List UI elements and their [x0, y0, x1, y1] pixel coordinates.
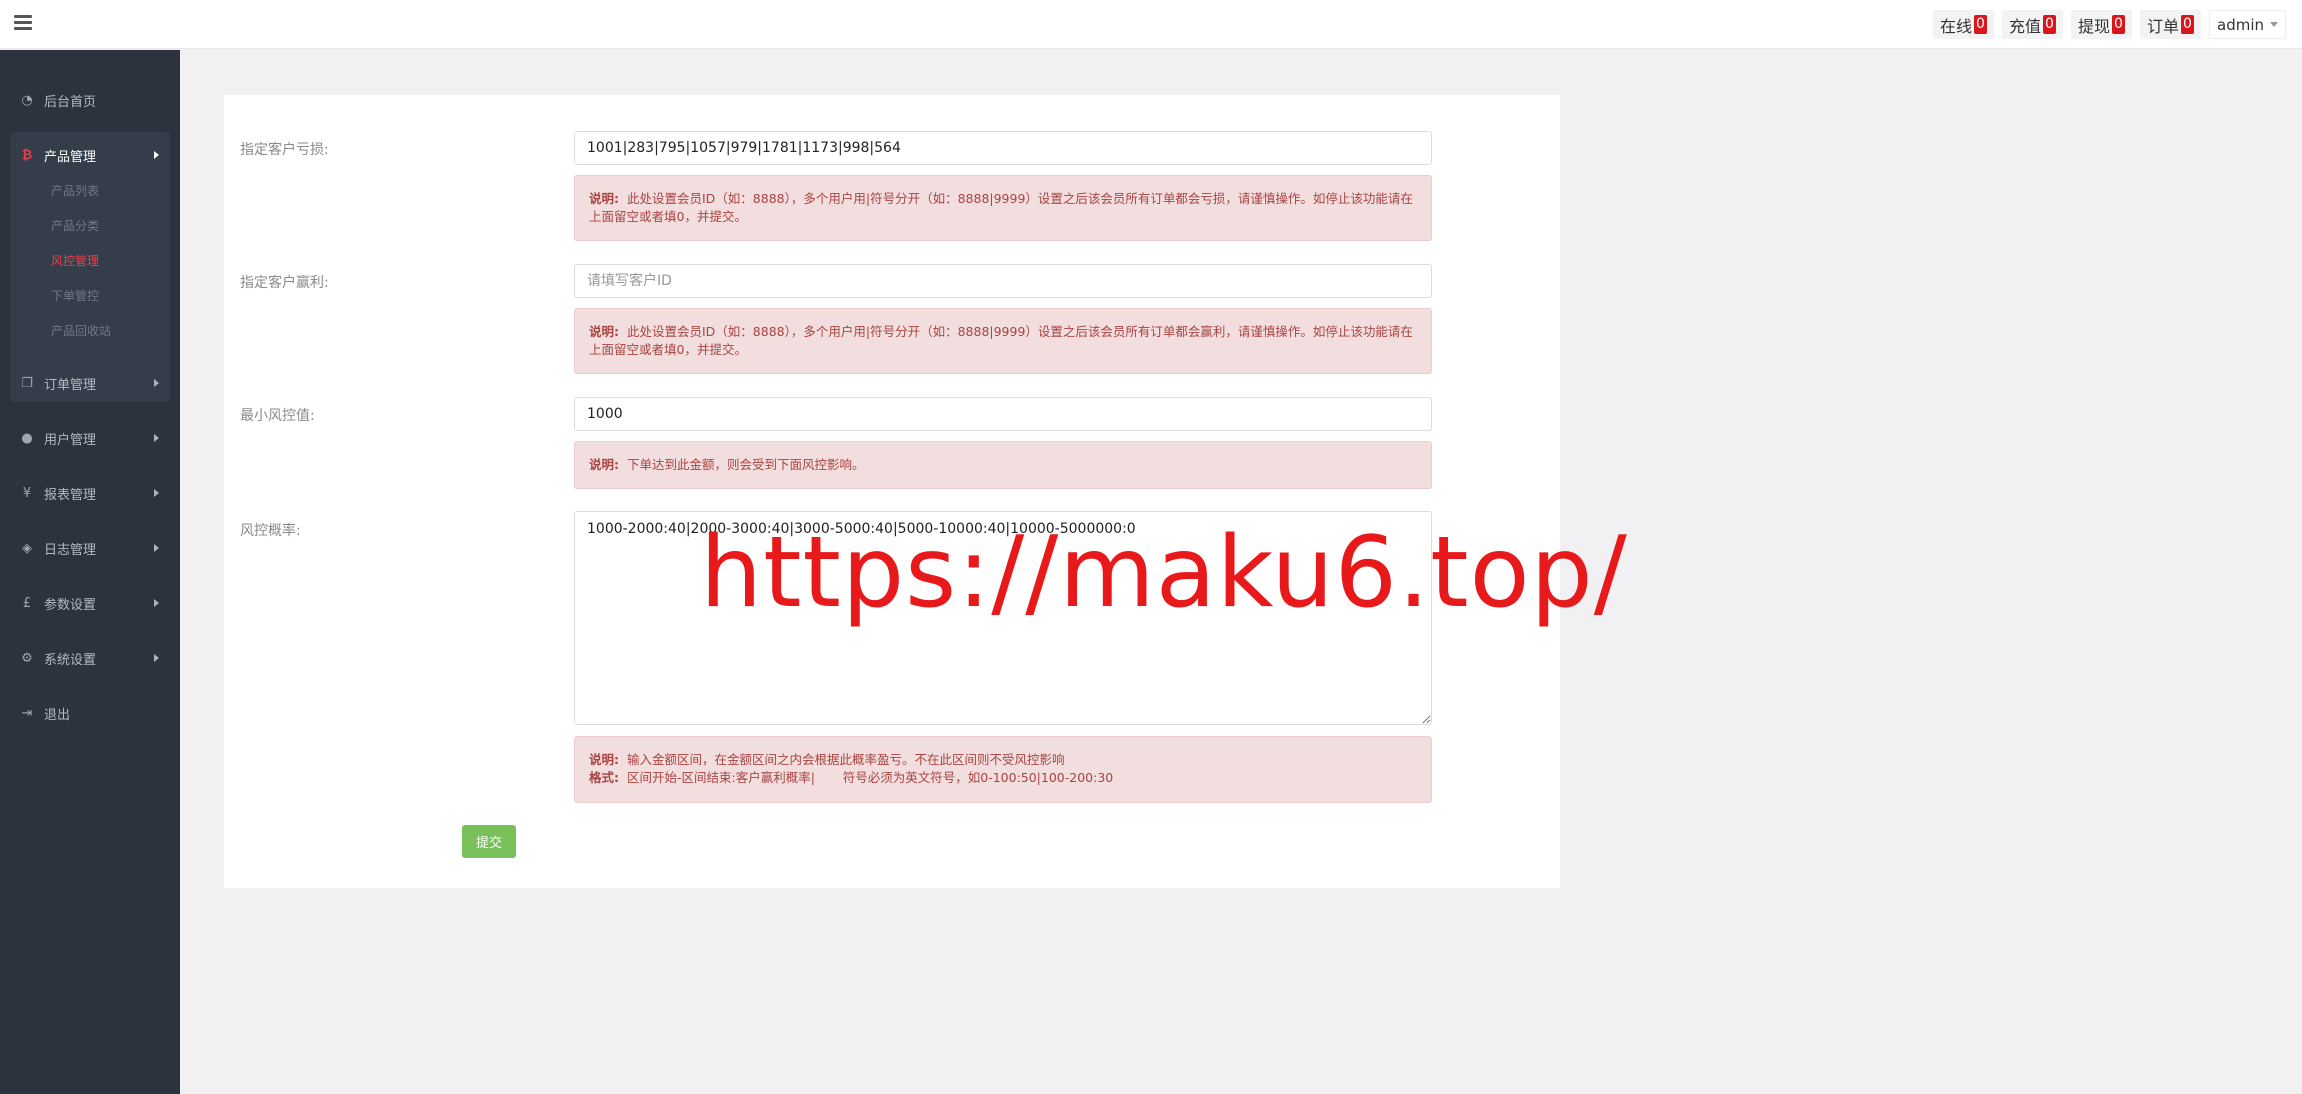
risk-probability-label: 风控概率:	[240, 523, 301, 539]
order-counter[interactable]: 订单 0	[2139, 10, 2201, 39]
min-risk-label: 最小风控值:	[240, 408, 315, 424]
recharge-badge: 0	[2042, 15, 2056, 34]
sidebar-item-logs[interactable]: ◈ 日志管理	[0, 528, 180, 568]
note-text: 此处设置会员ID（如：8888），多个用户用|符号分开（如：8888|9999）…	[589, 324, 1413, 357]
order-label: 订单	[2146, 16, 2179, 36]
bitcoin-icon: ₿	[21, 148, 33, 163]
pound-icon: £	[22, 595, 32, 611]
chevron-right-icon	[154, 544, 159, 552]
profit-label: 指定客户赢利:	[240, 275, 329, 291]
note-text: 此处设置会员ID（如：8888），多个用户用|符号分开（如：8888|9999）…	[589, 191, 1413, 224]
chevron-right-icon	[154, 379, 159, 387]
online-label: 在线	[1939, 16, 1972, 36]
min-risk-note: 说明: 下单达到此金额，则会受到下面风控影响。	[574, 441, 1432, 489]
recharge-label: 充值	[2008, 16, 2041, 36]
online-badge: 0	[1973, 15, 1987, 34]
chevron-right-icon	[154, 654, 159, 662]
chevron-right-icon	[154, 151, 159, 159]
note-line: 说明: 输入金额区间，在金额区间之内会根据此概率盈亏。不在此区间则不受风控影响	[589, 751, 1417, 769]
sub-item-order-control[interactable]: 下单管控	[51, 287, 99, 304]
user-name: admin	[2217, 15, 2264, 34]
format-line: 格式: 区间开始-区间结束:客户赢利概率| 符号必须为英文符号，如0-100:50…	[589, 769, 1417, 787]
copy-icon: ❐	[21, 375, 33, 391]
loss-note: 说明: 此处设置会员ID（如：8888），多个用户用|符号分开（如：8888|99…	[574, 175, 1432, 241]
note-title: 说明:	[589, 457, 619, 472]
note-title: 说明:	[589, 324, 619, 339]
sub-item-product-list[interactable]: 产品列表	[51, 182, 99, 199]
format-title: 格式:	[589, 770, 619, 785]
sub-item-risk-control[interactable]: 风控管理	[51, 252, 99, 269]
withdraw-counter[interactable]: 提现 0	[2070, 10, 2132, 39]
risk-probability-note: 说明: 输入金额区间，在金额区间之内会根据此概率盈亏。不在此区间则不受风控影响 格…	[574, 736, 1432, 803]
sidebar-item-label: 退出	[44, 707, 71, 723]
note-text: 下单达到此金额，则会受到下面风控影响。	[627, 457, 865, 472]
sign-out-icon: ⇥	[21, 705, 33, 721]
product-submenu: ₿ 产品管理 产品列表 产品分类 风控管理 下单管控 产品回收站	[10, 132, 170, 402]
sidebar-item-logout[interactable]: ⇥ 退出	[0, 693, 180, 733]
withdraw-badge: 0	[2111, 15, 2125, 34]
sidebar-item-label: 用户管理	[44, 432, 97, 448]
submit-button[interactable]: 提交	[462, 825, 516, 858]
note-title: 说明:	[589, 752, 619, 767]
online-counter[interactable]: 在线 0	[1932, 10, 1994, 39]
note-title: 说明:	[589, 191, 619, 206]
sidebar-item-product[interactable]: ₿ 产品管理	[0, 135, 180, 175]
sidebar-item-label: 产品管理	[44, 149, 97, 165]
top-bar: 在线 0 充值 0 提现 0 订单 0 admin	[0, 0, 2302, 49]
sub-item-recycle-bin[interactable]: 产品回收站	[51, 322, 111, 339]
chevron-right-icon	[154, 434, 159, 442]
sidebar-item-label: 报表管理	[44, 487, 97, 503]
sidebar-item-system[interactable]: ⚙ 系统设置	[0, 638, 180, 678]
sidebar-item-label: 系统设置	[44, 652, 97, 668]
risk-probability-textarea[interactable]: 1000-2000:40|2000-3000:40|3000-5000:40|5…	[574, 511, 1432, 725]
profit-customer-input[interactable]	[574, 264, 1432, 298]
sidebar-item-users[interactable]: ● 用户管理	[0, 418, 180, 458]
caret-down-icon	[2270, 22, 2278, 27]
chevron-right-icon	[154, 489, 159, 497]
chevron-right-icon	[154, 599, 159, 607]
sidebar-item-label: 参数设置	[44, 597, 97, 613]
min-risk-input[interactable]	[574, 397, 1432, 431]
sidebar-item-home[interactable]: ◔ 后台首页	[0, 80, 180, 120]
sidebar-item-label: 日志管理	[44, 542, 97, 558]
sub-item-product-category[interactable]: 产品分类	[51, 217, 99, 234]
sidebar-item-reports[interactable]: ¥ 报表管理	[0, 473, 180, 513]
user-menu[interactable]: admin	[2209, 10, 2286, 39]
yen-icon: ¥	[22, 485, 32, 501]
recharge-counter[interactable]: 充值 0	[2001, 10, 2063, 39]
sidebar-item-orders[interactable]: ❐ 订单管理	[0, 363, 180, 403]
sidebar-item-label: 订单管理	[44, 377, 97, 393]
user-icon: ●	[21, 430, 33, 446]
gears-icon: ⚙	[21, 650, 33, 666]
sidebar-item-params[interactable]: £ 参数设置	[0, 583, 180, 623]
top-status-bar: 在线 0 充值 0 提现 0 订单 0 admin	[1932, 10, 2286, 39]
loss-customer-input[interactable]	[574, 131, 1432, 165]
loss-label: 指定客户亏损:	[240, 142, 329, 158]
withdraw-label: 提现	[2077, 16, 2110, 36]
profit-note: 说明: 此处设置会员ID（如：8888），多个用户用|符号分开（如：8888|99…	[574, 308, 1432, 374]
menu-toggle-icon[interactable]	[14, 15, 32, 31]
order-badge: 0	[2181, 15, 2194, 34]
sidebar-item-label: 后台首页	[44, 94, 97, 110]
tag-icon: ◈	[22, 540, 32, 556]
format-text: 区间开始-区间结束:客户赢利概率| 符号必须为英文符号，如0-100:50|10…	[627, 770, 1114, 785]
sidebar: ◔ 后台首页 ₿ 产品管理 产品列表 产品分类 风控管理 下单管控 产品回收站 …	[0, 50, 180, 1094]
note-text: 输入金额区间，在金额区间之内会根据此概率盈亏。不在此区间则不受风控影响	[627, 752, 1065, 767]
dashboard-icon: ◔	[21, 92, 33, 108]
